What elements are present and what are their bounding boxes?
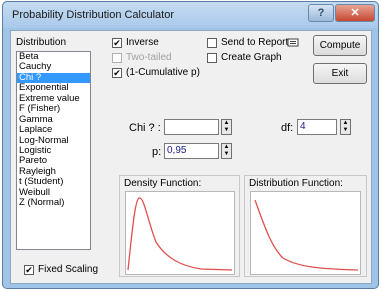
help-button[interactable]: ? [308, 4, 334, 22]
close-icon: ✕ [350, 7, 360, 19]
chi-spinner[interactable]: ▲ ▼ [221, 119, 232, 135]
inverse-checkbox[interactable]: ✔ [112, 38, 122, 48]
p-spinner[interactable]: ▲ ▼ [221, 143, 232, 159]
distribution-list[interactable]: Beta Cauchy Chi ? Exponential Extreme value F… [16, 51, 91, 250]
title-bar[interactable]: Probability Distribution Calculator ? ✕ [3, 2, 378, 28]
density-title: Density Function: [124, 178, 202, 189]
chi-input[interactable] [164, 119, 219, 135]
distribution-label: Distribution [16, 37, 67, 48]
window-title: Probability Distribution Calculator [12, 9, 175, 21]
close-button[interactable]: ✕ [335, 4, 375, 22]
inverse-label: Inverse [126, 37, 159, 48]
two-tailed-checkbox[interactable] [112, 53, 122, 63]
dialog-body: Distribution Beta Cauchy Chi ? Exponential E… [10, 30, 372, 284]
create-graph-label: Create Graph [221, 52, 282, 63]
spin-up-icon: ▲ [342, 120, 349, 126]
distribution-curve [254, 199, 359, 271]
distribution-title: Distribution Function: [249, 178, 343, 189]
density-plot [125, 191, 235, 275]
spin-down-icon: ▼ [223, 127, 230, 133]
density-curve-svg [127, 197, 233, 271]
fixed-scaling-label: Fixed Scaling [38, 264, 99, 275]
spin-up-icon: ▲ [223, 120, 230, 126]
df-input[interactable]: 4 [297, 119, 337, 135]
spin-up-icon: ▲ [223, 144, 230, 150]
two-tailed-label: Two-tailed [126, 52, 172, 63]
spin-down-icon: ▼ [223, 151, 230, 157]
distribution-curve-svg [254, 199, 359, 271]
density-panel: Density Function: [119, 175, 240, 277]
fixed-scaling-checkbox[interactable]: ✔ [24, 265, 34, 275]
send-to-report-checkbox[interactable] [207, 38, 217, 48]
exit-button[interactable]: Exit [313, 63, 367, 84]
list-item[interactable]: Laplace [17, 124, 90, 135]
create-graph-checkbox[interactable] [207, 53, 217, 63]
p-input[interactable]: 0,95 [164, 143, 219, 159]
one-minus-cumulative-checkbox[interactable]: ✔ [112, 68, 122, 78]
df-label: df: [281, 122, 294, 134]
distribution-plot [250, 191, 361, 275]
compute-button[interactable]: Compute [313, 35, 367, 56]
one-minus-cumulative-label: (1-Cumulative p) [126, 67, 200, 78]
distribution-panel: Distribution Function: [244, 175, 367, 277]
list-item[interactable]: Z (Normal) [17, 197, 90, 208]
df-spinner[interactable]: ▲ ▼ [340, 119, 351, 135]
report-icon [287, 38, 299, 47]
density-curve [127, 197, 233, 271]
question-mark-icon: ? [317, 7, 325, 19]
chi-label: Chi ? : [129, 122, 161, 134]
spin-down-icon: ▼ [342, 127, 349, 133]
calculator-window: Probability Distribution Calculator ? ✕ … [2, 1, 379, 289]
p-label: p: [152, 146, 162, 158]
send-to-report-label: Send to Report [221, 37, 289, 48]
